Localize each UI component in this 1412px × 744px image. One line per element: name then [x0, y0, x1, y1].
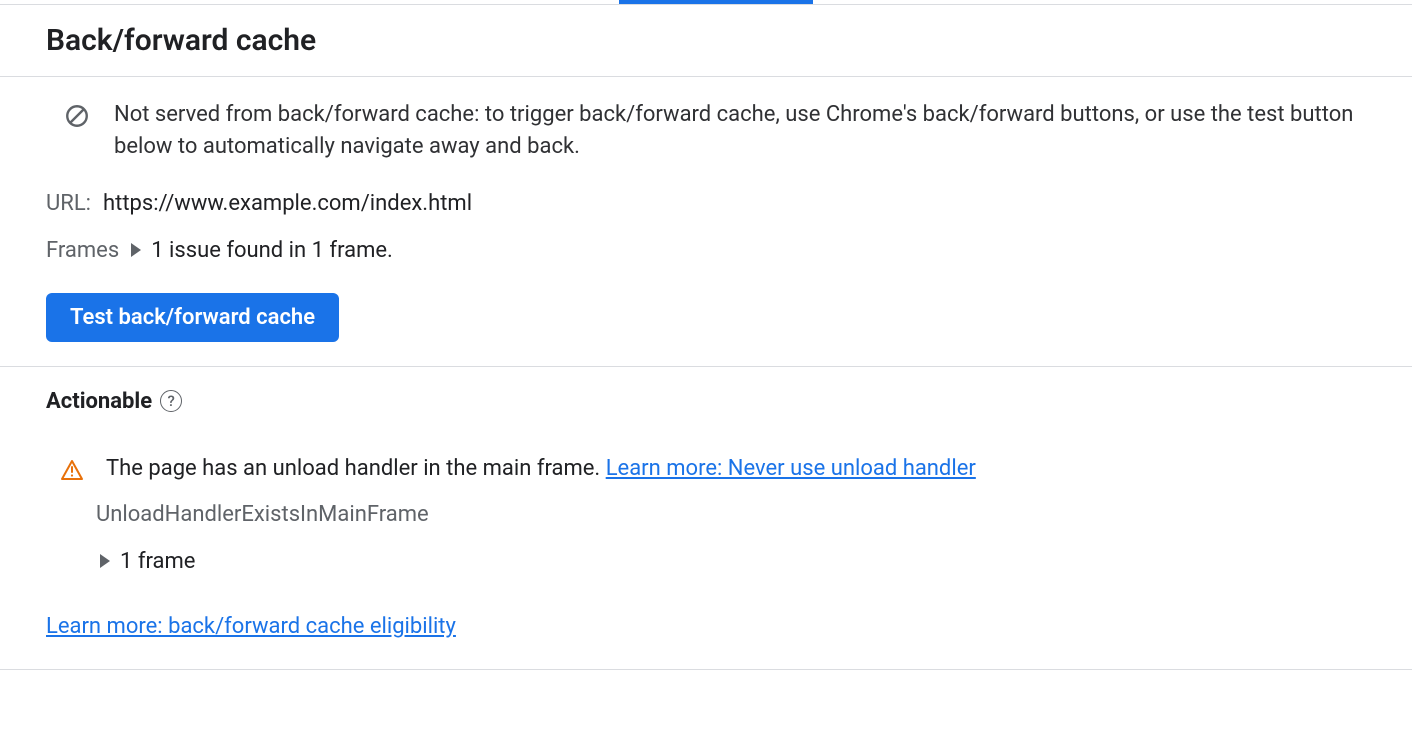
actionable-header: Actionable ? [46, 389, 1366, 414]
url-label: URL: [46, 191, 91, 216]
frames-row[interactable]: Frames 1 issue found in 1 frame. [46, 238, 1366, 263]
help-icon[interactable]: ? [160, 390, 182, 412]
panel-header: Back/forward cache [0, 5, 1412, 77]
issue-learn-more-link[interactable]: Learn more: Never use unload handler [606, 456, 976, 481]
not-allowed-icon [64, 103, 90, 129]
url-row: URL: https://www.example.com/index.html [46, 191, 1366, 216]
actionable-section: Actionable ? The page has an unload hand… [0, 367, 1412, 669]
chevron-right-icon [100, 554, 110, 568]
issue-row: The page has an unload handler in the ma… [46, 456, 1366, 482]
issue-description: The page has an unload handler in the ma… [106, 456, 606, 481]
issue-frame-row[interactable]: 1 frame [96, 549, 1366, 574]
test-bfcache-button[interactable]: Test back/forward cache [46, 293, 339, 342]
active-tab-indicator [0, 0, 1412, 4]
eligibility-learn-more-link[interactable]: Learn more: back/forward cache eligibili… [46, 614, 456, 639]
actionable-heading: Actionable [46, 389, 152, 414]
warning-icon [60, 458, 84, 482]
issue-frame-count: 1 frame [120, 549, 195, 574]
bfcache-panel: Back/forward cache Not served from back/… [0, 4, 1412, 670]
url-value: https://www.example.com/index.html [103, 191, 472, 216]
frames-label: Frames [46, 238, 119, 263]
issue-reason-code: UnloadHandlerExistsInMainFrame [96, 502, 1366, 527]
page-title: Back/forward cache [46, 23, 1366, 58]
status-message: Not served from back/forward cache: to t… [114, 99, 1366, 163]
status-row: Not served from back/forward cache: to t… [46, 99, 1366, 163]
main-section: Not served from back/forward cache: to t… [0, 77, 1412, 367]
frames-summary: 1 issue found in 1 frame. [151, 238, 393, 263]
chevron-right-icon [131, 243, 141, 257]
issue-text: The page has an unload handler in the ma… [106, 456, 976, 481]
